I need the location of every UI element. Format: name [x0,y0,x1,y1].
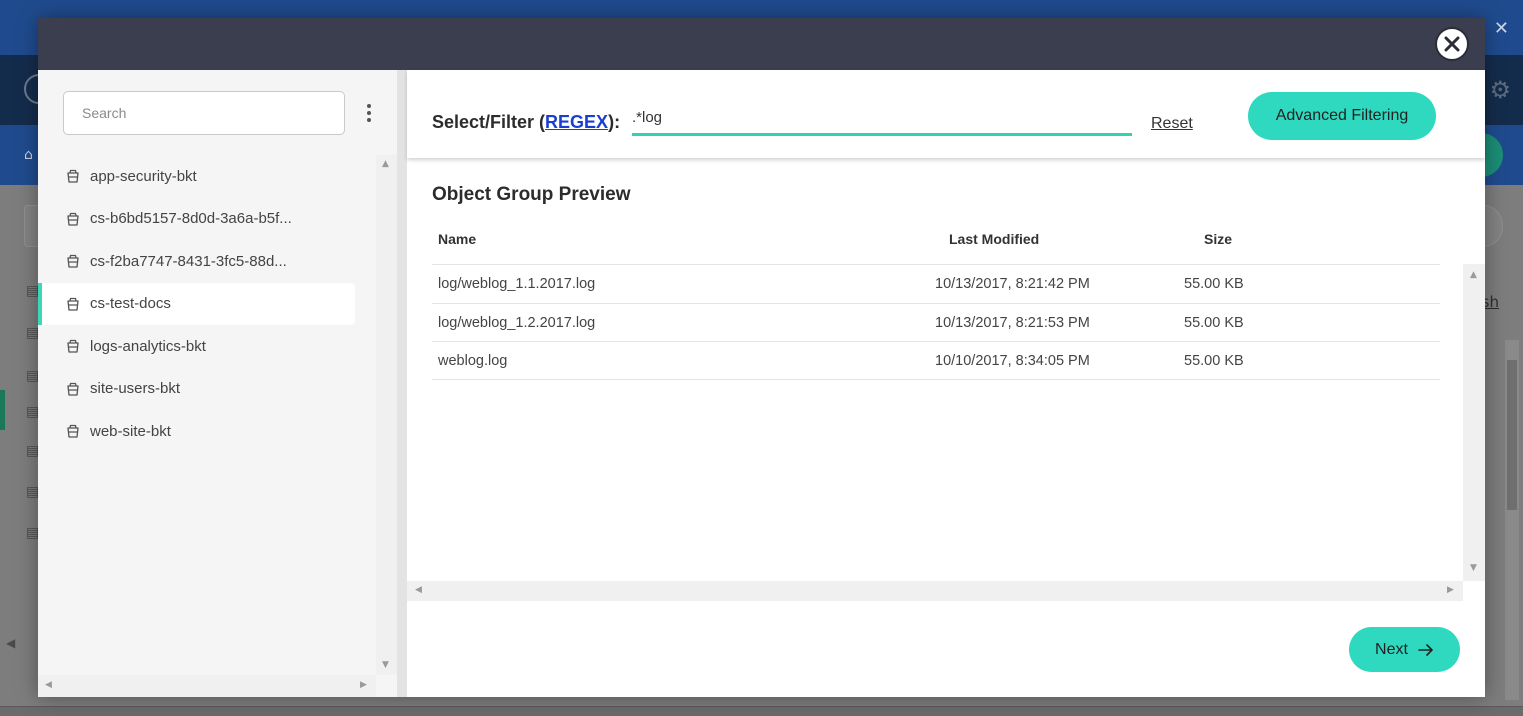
bucket-icon [66,169,80,183]
cell-size: 55.00 KB [1184,314,1244,331]
object-group-dialog: app-security-bkt cs-b6bd5157-8d0d-3a6a-b5… [38,18,1485,697]
arrow-right-icon [1418,643,1433,656]
sidebar-horizontal-scrollbar[interactable]: ◀ ▶ [38,675,376,697]
bucket-label: web-site-bkt [90,422,171,440]
background-home-icon: ⌂ [24,147,33,163]
reset-link[interactable]: Reset [1151,115,1193,133]
filter-bar: Select/Filter (REGEX): Reset Advanced Fi… [407,70,1485,158]
background-bottom-strip [0,706,1523,716]
bucket-label: cs-b6bd5157-8d0d-3a6a-b5f... [90,210,292,228]
table-row[interactable]: log/weblog_1.2.2017.log 10/13/2017, 8:21:… [432,302,1440,342]
filter-label: Select/Filter (REGEX): [432,112,620,133]
regex-link[interactable]: REGEX [545,112,608,132]
scroll-up-icon[interactable]: ▲ [1470,271,1477,280]
bucket-label: site-users-bkt [90,380,181,398]
background-scrollbar [1505,340,1519,700]
cell-last-modified: 10/10/2017, 8:34:05 PM [935,353,1090,369]
bucket-search-input[interactable] [63,91,345,135]
close-button[interactable] [1435,27,1469,61]
bucket-label: logs-analytics-bkt [90,337,206,355]
bucket-label: cs-test-docs [90,295,171,313]
background-gear-icon: ⚙ [1489,76,1511,104]
bucket-item[interactable]: cs-f2ba7747-8431-3fc5-88d... [38,240,355,283]
scroll-left-icon[interactable]: ◀ [415,586,422,595]
bucket-item[interactable]: web-site-bkt [38,410,355,453]
close-icon [1444,36,1460,52]
cell-name: log/weblog_1.1.2017.log [438,276,596,292]
scroll-up-icon[interactable]: ▲ [382,160,389,169]
bucket-item[interactable]: app-security-bkt [38,155,355,198]
scroll-down-icon[interactable]: ▼ [1470,564,1477,573]
bucket-list: app-security-bkt cs-b6bd5157-8d0d-3a6a-b5… [38,155,355,453]
bucket-icon [66,212,80,226]
background-selection-bar [0,390,5,430]
bucket-label: app-security-bkt [90,167,197,185]
table-row[interactable]: weblog.log 10/10/2017, 8:34:05 PM 55.00 KB [432,341,1440,380]
preview-vertical-scrollbar[interactable]: ▲ ▼ [1463,264,1485,581]
filter-label-prefix: Select/Filter ( [432,112,546,132]
panel-divider[interactable] [397,70,407,697]
preview-table: log/weblog_1.1.2017.log 10/13/2017, 8:21:… [432,264,1440,380]
scroll-down-icon[interactable]: ▼ [382,661,389,670]
table-row[interactable]: log/weblog_1.1.2017.log 10/13/2017, 8:21:… [432,264,1440,303]
column-header-name: Name [438,231,477,247]
background-close-icon: ✕ [1493,18,1509,39]
scroll-right-icon[interactable]: ▶ [360,681,367,690]
next-button[interactable]: Next [1349,627,1460,672]
preview-horizontal-scrollbar[interactable]: ◀ ▶ [407,581,1463,601]
cell-name: weblog.log [438,353,508,369]
next-button-label: Next [1375,640,1408,658]
bucket-item[interactable]: cs-b6bd5157-8d0d-3a6a-b5f... [38,198,355,241]
background-scroll-left-icon: ◀ [6,636,16,650]
column-header-size: Size [1204,231,1233,247]
scroll-left-icon[interactable]: ◀ [45,681,52,690]
cell-name: log/weblog_1.2.2017.log [438,314,596,331]
bucket-icon [66,297,80,311]
filter-label-suffix: ): [608,112,621,132]
scroll-right-icon[interactable]: ▶ [1447,586,1454,595]
sidebar-vertical-scrollbar[interactable]: ▲ ▼ [376,155,397,675]
column-header-last-modified: Last Modified [949,231,1040,247]
cell-size: 55.00 KB [1184,353,1244,369]
bucket-icon [66,254,80,268]
kebab-menu-icon[interactable] [360,98,378,128]
advanced-filtering-button[interactable]: Advanced Filtering [1248,92,1436,140]
cell-last-modified: 10/13/2017, 8:21:42 PM [935,276,1090,292]
bucket-label: cs-f2ba7747-8431-3fc5-88d... [90,252,287,270]
bucket-sidebar: app-security-bkt cs-b6bd5157-8d0d-3a6a-b5… [38,70,397,697]
bucket-icon [66,339,80,353]
bucket-item[interactable]: cs-test-docs [38,282,355,325]
cell-size: 55.00 KB [1184,276,1244,292]
dialog-header [38,18,1485,70]
bucket-icon [66,382,80,396]
cell-last-modified: 10/13/2017, 8:21:53 PM [935,314,1090,331]
bucket-item[interactable]: site-users-bkt [38,368,355,411]
regex-filter-input[interactable] [632,106,1132,136]
bucket-icon [66,424,80,438]
bucket-item[interactable]: logs-analytics-bkt [38,325,355,368]
preview-title: Object Group Preview [432,184,631,205]
